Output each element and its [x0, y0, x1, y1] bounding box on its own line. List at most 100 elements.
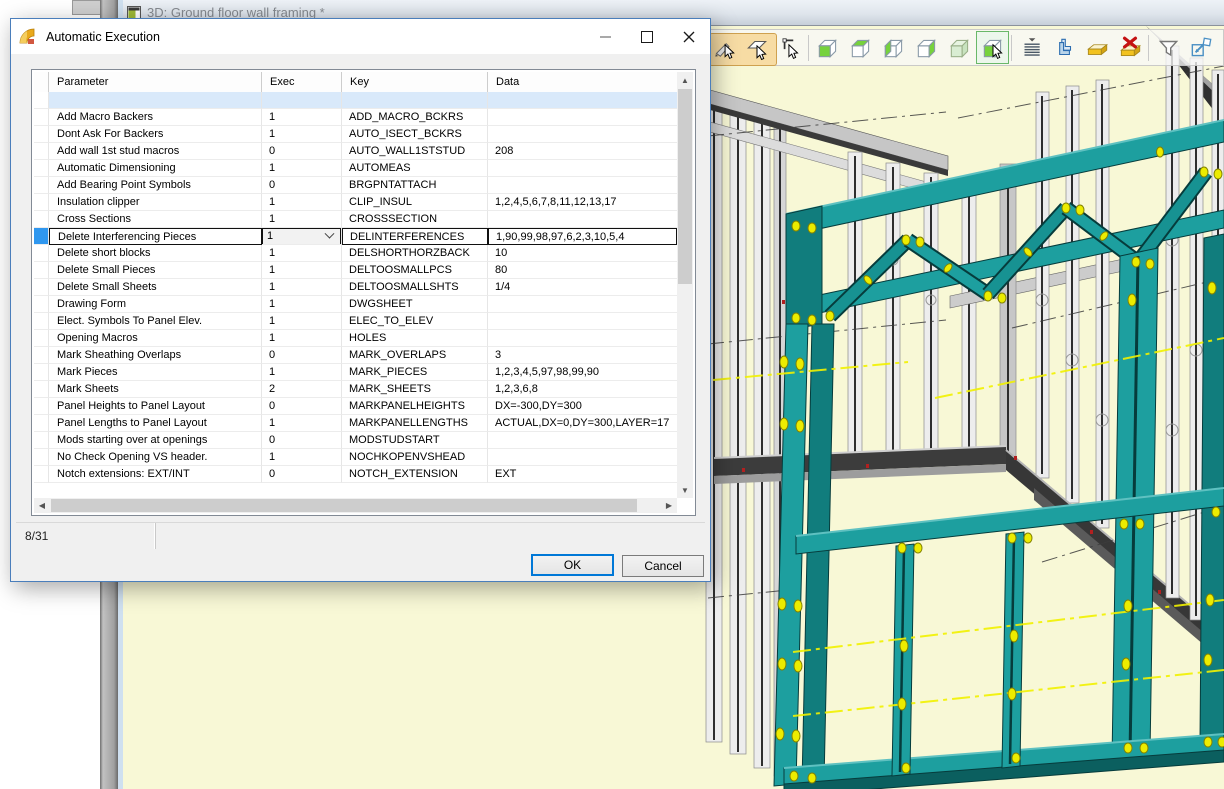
exec-combobox[interactable]: 1 — [262, 228, 341, 245]
table-row[interactable]: Cross Sections1CROSSSECTION — [34, 211, 677, 228]
row-selector-cell[interactable] — [34, 194, 49, 211]
exec-cell[interactable]: 1 — [262, 296, 342, 313]
row-selector-cell[interactable] — [34, 177, 49, 194]
exec-cell[interactable]: 1 — [262, 228, 342, 245]
data-cell[interactable]: 10 — [488, 245, 677, 262]
parameter-cell[interactable]: Opening Macros — [49, 330, 262, 347]
exec-cell[interactable]: 1 — [262, 160, 342, 177]
ok-button[interactable]: OK — [531, 554, 614, 576]
key-cell[interactable]: MODSTUDSTART — [342, 432, 488, 449]
table-row[interactable]: Mods starting over at openings0MODSTUDST… — [34, 432, 677, 449]
table-row[interactable]: Insulation clipper1CLIP_INSUL1,2,4,5,6,7… — [34, 194, 677, 211]
row-selector-cell[interactable] — [34, 126, 49, 143]
view-front-face-icon[interactable] — [811, 31, 844, 64]
exec-cell[interactable] — [262, 92, 342, 109]
row-selector-cell[interactable] — [34, 398, 49, 415]
exec-cell[interactable]: 0 — [262, 177, 342, 194]
row-selector-cell[interactable] — [34, 466, 49, 483]
exec-cell[interactable]: 1 — [262, 245, 342, 262]
key-cell[interactable]: AUTO_ISECT_BCKRS — [342, 126, 488, 143]
data-cell[interactable]: ACTUAL,DX=0,DY=300,LAYER=17 — [488, 415, 677, 432]
row-selector-cell[interactable] — [34, 415, 49, 432]
key-cell[interactable]: NOTCH_EXTENSION — [342, 466, 488, 483]
exec-cell[interactable]: 0 — [262, 347, 342, 364]
exec-cell[interactable]: 1 — [262, 109, 342, 126]
parameter-cell[interactable]: Add Macro Backers — [49, 109, 262, 126]
data-cell[interactable]: 1/4 — [488, 279, 677, 296]
parameter-cell[interactable]: Drawing Form — [49, 296, 262, 313]
horizontal-scrollbar[interactable]: ◀ ▶ — [34, 498, 677, 513]
row-selector-cell[interactable] — [34, 432, 49, 449]
table-row[interactable]: No Check Opening VS header.1NOCHKOPENVSH… — [34, 449, 677, 466]
table-row[interactable]: Elect. Symbols To Panel Elev.1ELEC_TO_EL… — [34, 313, 677, 330]
minimize-button[interactable] — [584, 19, 626, 54]
table-row[interactable]: Delete Small Sheets1DELTOOSMALLSHTS1/4 — [34, 279, 677, 296]
parameter-cell[interactable]: Delete Interferencing Pieces — [49, 228, 262, 245]
column-header-exec[interactable]: Exec — [262, 72, 342, 92]
exec-cell[interactable]: 0 — [262, 432, 342, 449]
view-left-face-icon[interactable] — [877, 31, 910, 64]
table-row[interactable]: Panel Heights to Panel Layout0MARKPANELH… — [34, 398, 677, 415]
data-cell[interactable]: DX=-300,DY=300 — [488, 398, 677, 415]
row-selector-cell[interactable] — [34, 109, 49, 126]
parameter-cell[interactable]: Elect. Symbols To Panel Elev. — [49, 313, 262, 330]
row-selector-cell[interactable] — [34, 245, 49, 262]
scroll-up-arrow[interactable]: ▲ — [677, 72, 693, 88]
row-selector-cell[interactable] — [34, 160, 49, 177]
data-cell[interactable] — [488, 92, 677, 109]
table-row[interactable]: Delete short blocks1DELSHORTHORZBACK10 — [34, 245, 677, 262]
row-selector-cell[interactable] — [34, 330, 49, 347]
table-row[interactable]: Opening Macros1HOLES — [34, 330, 677, 347]
data-cell[interactable]: 3 — [488, 347, 677, 364]
parameter-cell[interactable]: Mark Sheathing Overlaps — [49, 347, 262, 364]
key-cell[interactable]: CROSSSECTION — [342, 211, 488, 228]
key-cell[interactable]: AUTOMEAS — [342, 160, 488, 177]
parameter-cell[interactable]: No Check Opening VS header. — [49, 449, 262, 466]
table-row[interactable]: Add wall 1st stud macros0AUTO_WALL1STSTU… — [34, 143, 677, 160]
data-cell[interactable]: 1,2,3,6,8 — [488, 381, 677, 398]
filter-icon[interactable] — [1151, 31, 1184, 64]
exec-cell[interactable]: 1 — [262, 194, 342, 211]
select-solid-icon[interactable] — [976, 31, 1009, 64]
exec-cell[interactable]: 1 — [262, 449, 342, 466]
part-list-icon[interactable] — [1014, 31, 1047, 64]
dialog-titlebar[interactable]: Automatic Execution — [11, 19, 710, 54]
key-cell[interactable] — [342, 92, 488, 109]
exec-cell[interactable]: 1 — [262, 313, 342, 330]
left-scrollbar-stub[interactable] — [72, 0, 102, 15]
data-cell[interactable] — [488, 211, 677, 228]
scroll-left-arrow[interactable]: ◀ — [34, 498, 50, 513]
data-cell[interactable] — [488, 109, 677, 126]
table-row[interactable]: Drawing Form1DWGSHEET — [34, 296, 677, 313]
cancel-button[interactable]: Cancel — [622, 555, 704, 577]
exec-cell[interactable]: 0 — [262, 466, 342, 483]
row-selector-cell[interactable] — [34, 279, 49, 296]
key-cell[interactable]: MARK_SHEETS — [342, 381, 488, 398]
exec-cell[interactable]: 1 — [262, 126, 342, 143]
slab-tool-icon[interactable] — [1080, 31, 1113, 64]
exec-cell[interactable]: 1 — [262, 364, 342, 381]
parameter-cell[interactable]: Cross Sections — [49, 211, 262, 228]
key-cell[interactable]: MARK_OVERLAPS — [342, 347, 488, 364]
exec-cell[interactable]: 0 — [262, 143, 342, 160]
table-row[interactable]: Dont Ask For Backers1AUTO_ISECT_BCKRS — [34, 126, 677, 143]
table-row[interactable]: Delete Small Pieces1DELTOOSMALLPCS80 — [34, 262, 677, 279]
data-cell[interactable]: 80 — [488, 262, 677, 279]
scroll-right-arrow[interactable]: ▶ — [661, 498, 677, 513]
row-selector-cell[interactable] — [34, 143, 49, 160]
row-selector-cell[interactable] — [34, 262, 49, 279]
exec-cell[interactable]: 1 — [262, 330, 342, 347]
key-cell[interactable]: MARKPANELLENGTHS — [342, 415, 488, 432]
exec-cell[interactable]: 1 — [262, 279, 342, 296]
parameter-cell[interactable]: Automatic Dimensioning — [49, 160, 262, 177]
key-cell[interactable]: DELTOOSMALLPCS — [342, 262, 488, 279]
scroll-down-arrow[interactable]: ▼ — [677, 482, 693, 498]
data-cell[interactable] — [488, 313, 677, 330]
row-selector-cell[interactable] — [34, 364, 49, 381]
parameter-cell[interactable]: Panel Heights to Panel Layout — [49, 398, 262, 415]
exec-cell[interactable]: 1 — [262, 211, 342, 228]
data-cell[interactable] — [488, 296, 677, 313]
key-cell[interactable]: DELTOOSMALLSHTS — [342, 279, 488, 296]
row-selector-cell[interactable] — [34, 92, 49, 109]
table-row[interactable] — [34, 92, 677, 109]
